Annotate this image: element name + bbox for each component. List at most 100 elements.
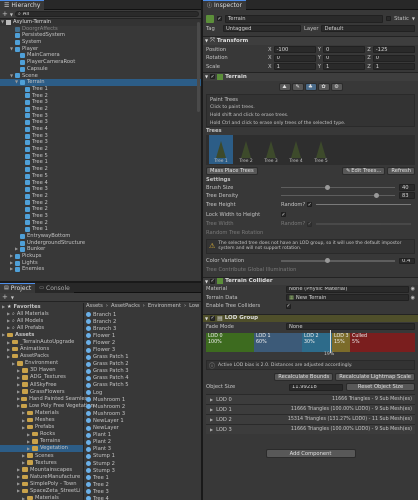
static-dropdown-icon[interactable]: ▼ xyxy=(412,16,415,21)
hierarchy-item[interactable]: ▼ Terrain xyxy=(0,79,201,86)
project-asset[interactable]: Flower 2 xyxy=(86,339,201,346)
tree-thumbnail[interactable]: Tree 4 xyxy=(284,135,308,164)
project-folder[interactable]: ▶ Prefabs xyxy=(0,424,83,431)
transform-header[interactable]: ▼ ⤧ Transform xyxy=(203,36,418,45)
project-folder[interactable]: ▶ Mountainscapes xyxy=(0,466,83,473)
tree-thumbnail[interactable]: Tree 2 xyxy=(234,135,258,164)
transform-scale-z-field[interactable]: 1 xyxy=(372,63,415,71)
lod-bar-segment[interactable]: LOD 3 15% xyxy=(332,333,350,352)
lod-row[interactable]: ▶ LOD 3 11666 Triangles (100.00% LOD0) - 9… xyxy=(206,424,415,434)
chevron-right-icon[interactable]: ▶ xyxy=(15,246,19,253)
project-folder[interactable]: ▶ Assets xyxy=(0,331,83,338)
project-folder[interactable]: ▶ Vegetation xyxy=(0,444,83,452)
hierarchy-item[interactable]: ▼ Player xyxy=(0,46,201,53)
hierarchy-item[interactable]: ▼ Scene xyxy=(0,73,201,80)
hierarchy-item[interactable]: Tree 3 xyxy=(0,113,201,120)
chevron-icon[interactable]: ▶ xyxy=(17,396,20,401)
project-folder[interactable]: ▶ SimplePoly - Town xyxy=(0,480,83,487)
hierarchy-item[interactable]: Tree 1 xyxy=(0,226,201,233)
breadcrumb-item[interactable]: Environment xyxy=(148,303,181,311)
lod-bar-segment[interactable]: LOD 1 60% xyxy=(254,333,302,352)
project-folder[interactable]: ▶ Environment xyxy=(0,360,83,367)
material-field[interactable]: None (Physic Material) xyxy=(286,285,409,293)
project-asset[interactable]: Mushroom 2 xyxy=(86,403,201,410)
project-asset[interactable]: Plant 3 xyxy=(86,446,201,453)
breadcrumb-item[interactable]: Assets xyxy=(86,303,103,311)
chevron-icon[interactable]: ▶ xyxy=(17,389,21,394)
project-asset[interactable]: Log xyxy=(86,389,201,396)
object-active-checkbox[interactable]: ✓ xyxy=(217,16,222,22)
camera-marker[interactable] xyxy=(330,330,331,353)
chevron-right-icon[interactable]: ▶ xyxy=(10,253,14,260)
color-variation-slider[interactable] xyxy=(281,258,395,264)
project-asset[interactable]: Flower 1 xyxy=(86,332,201,339)
chevron-icon[interactable]: ▶ xyxy=(22,410,26,415)
project-folder[interactable]: ▶ Terrains xyxy=(0,438,83,445)
chevron-icon[interactable]: ▶ xyxy=(7,311,11,316)
hierarchy-item[interactable]: Tree 3 xyxy=(0,213,201,220)
project-asset[interactable]: NewLayer xyxy=(86,425,201,432)
hierarchy-item[interactable]: ▶ Lights xyxy=(0,260,201,267)
project-asset[interactable]: Tree 3 xyxy=(86,488,201,495)
project-folder[interactable]: ▶ Animations xyxy=(0,346,83,353)
project-asset[interactable]: Plant 1 xyxy=(86,432,201,439)
terrain-data-field[interactable]: ▦ New Terrain xyxy=(286,294,409,302)
hierarchy-item[interactable]: PlayerCameraRoot xyxy=(0,59,201,66)
breadcrumb-item[interactable]: AssetPacks xyxy=(111,303,140,311)
project-asset[interactable]: Grass Patch 1 xyxy=(86,354,201,361)
project-folder[interactable]: ▶ AssetPacks xyxy=(0,353,83,360)
project-folder[interactable]: ▶ NatureManufacture xyxy=(0,473,83,480)
recalc-lightmap-button[interactable]: Recalculate Lightmap Scale xyxy=(335,373,415,381)
hierarchy-item[interactable]: Tree 2 xyxy=(0,220,201,227)
hierarchy-item[interactable]: Tree 5 xyxy=(0,153,201,160)
chevron-icon[interactable]: ▶ xyxy=(7,354,11,359)
tree-thumbnail[interactable]: Tree 1 xyxy=(209,135,233,164)
lod-group-header[interactable]: ▼ ✓ ▤ LOD Group xyxy=(203,313,418,322)
terrain-settings-tool[interactable]: ⚙ xyxy=(330,83,343,91)
project-asset[interactable]: Stump 3 xyxy=(86,467,201,474)
lod-bar[interactable]: LOD 0 100% LOD 1 60% LOD 2 30% LOD 3 15% Culled 5… xyxy=(206,330,415,353)
breadcrumb-item[interactable]: Low Pol xyxy=(189,303,201,311)
project-asset[interactable]: NewLayer 1 xyxy=(86,417,201,424)
terrain-collider-header[interactable]: ▼ ✓ Terrain Collider xyxy=(203,276,418,285)
tree-thumbnail[interactable]: Tree 3 xyxy=(259,135,283,164)
console-tab[interactable]: ▭ Console xyxy=(35,283,74,293)
transform-scale-x-field[interactable]: 1 xyxy=(273,63,316,71)
scene-row[interactable]: ▼ Asylum-Terrain xyxy=(0,19,201,26)
project-folder[interactable]: ▶ Textures xyxy=(0,459,83,466)
hierarchy-item[interactable]: Tree 4 xyxy=(0,180,201,187)
project-folder[interactable]: ▶ SpaceZeta_StreetLi xyxy=(0,487,83,494)
project-asset[interactable]: Tree 2 xyxy=(86,481,201,488)
hierarchy-item[interactable]: Tree 1 xyxy=(0,86,201,93)
hierarchy-item[interactable]: Capsule xyxy=(0,66,201,73)
chevron-right-icon[interactable]: ▼ xyxy=(10,73,14,80)
chevron-icon[interactable]: ▶ xyxy=(17,403,20,408)
chevron-icon[interactable]: ▶ xyxy=(2,304,6,309)
object-picker-icon[interactable]: ◉ xyxy=(411,286,415,292)
hierarchy-item[interactable]: ▶ Bunker xyxy=(0,246,201,253)
chevron-icon[interactable]: ▶ xyxy=(27,446,31,451)
hierarchy-scrollbar[interactable] xyxy=(197,22,200,112)
edit-trees-button[interactable]: ✎ Edit Trees... xyxy=(341,167,386,175)
tree-width-slider[interactable] xyxy=(316,223,411,225)
project-asset[interactable]: Mushroom 3 xyxy=(86,410,201,417)
chevron-icon[interactable]: ▶ xyxy=(17,467,21,472)
object-name-field[interactable]: Terrain xyxy=(225,14,384,23)
hierarchy-item[interactable]: Tree 2 xyxy=(0,166,201,173)
chevron-icon[interactable]: ▶ xyxy=(17,481,21,486)
paint-texture-tool[interactable]: ✎ xyxy=(291,83,304,91)
project-folder[interactable]: ▶ ⌕ All Models xyxy=(0,317,83,324)
lod-bar-segment[interactable]: Culled 5% xyxy=(350,333,415,352)
chevron-right-icon[interactable]: ▶ xyxy=(210,427,213,432)
hierarchy-item[interactable]: UndergroundStructure xyxy=(0,240,201,247)
project-asset[interactable]: Plant 2 xyxy=(86,439,201,446)
chevron-icon[interactable]: ▶ xyxy=(7,325,11,330)
hierarchy-item[interactable]: Tree 2 xyxy=(0,206,201,213)
project-folder[interactable]: ▶ _TerrainAutoUpgrade xyxy=(0,338,83,345)
project-asset[interactable]: Stump 2 xyxy=(86,460,201,467)
transform-rotation-y-field[interactable]: 0 xyxy=(322,54,366,62)
hierarchy-item[interactable]: Tree 2 xyxy=(0,193,201,200)
fade-mode-dropdown[interactable]: None xyxy=(286,323,415,330)
hierarchy-item[interactable]: Tree 2 xyxy=(0,93,201,100)
project-asset[interactable]: Grass Patch 2 xyxy=(86,361,201,368)
